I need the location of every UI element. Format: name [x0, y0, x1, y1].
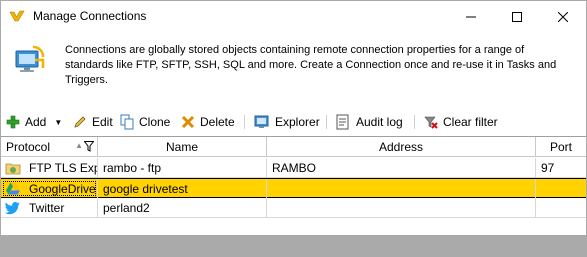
cell-port: [536, 179, 586, 198]
column-header-port[interactable]: Port: [536, 137, 586, 157]
minimize-button[interactable]: [448, 1, 494, 32]
cell-port: 97: [541, 160, 555, 175]
delete-button[interactable]: Delete: [181, 112, 235, 132]
clone-button[interactable]: Clone: [120, 112, 170, 132]
title-bar: Manage Connections: [1, 1, 586, 32]
audit-log-button[interactable]: Audit log: [335, 112, 403, 132]
chevron-down-icon[interactable]: ▼: [54, 118, 62, 127]
filter-icon[interactable]: [83, 141, 95, 155]
toolbar: Add ▼ Edit Clone Delete Explorer Audit l…: [1, 109, 586, 135]
table-header: Protocol ▲ Name Address Port: [1, 137, 586, 157]
edit-label: Edit: [92, 115, 113, 129]
cell-address: [267, 198, 536, 217]
table-row[interactable]: Twitter perland2: [1, 198, 586, 218]
bottom-panel: [1, 235, 586, 256]
cell-protocol: GoogleDrive: [1, 179, 98, 198]
edit-button[interactable]: Edit: [73, 112, 113, 132]
monitor-connection-icon: [13, 43, 47, 77]
column-header-name[interactable]: Name: [98, 137, 267, 157]
cell-name: rambo - ftp: [98, 158, 267, 177]
cell-protocol: FTP TLS Expl: [1, 158, 98, 177]
intro-text: Connections are globally stored objects …: [65, 44, 557, 86]
clone-label: Clone: [139, 115, 171, 129]
delete-label: Delete: [200, 115, 235, 129]
toolbar-separator: [414, 115, 415, 129]
clear-filter-label: Clear filter: [443, 115, 498, 129]
sort-arrow-icon: ▲: [75, 141, 83, 150]
table-row-selected[interactable]: GoogleDrive google drivetest: [1, 178, 586, 198]
maximize-button[interactable]: [494, 1, 540, 32]
toolbar-separator: [326, 115, 327, 129]
v-logo-icon: [9, 8, 25, 24]
connections-table: Protocol ▲ Name Address Port FTP TLS Exp…: [1, 136, 586, 235]
table-row[interactable]: FTP TLS Expl rambo - ftp RAMBO 97: [1, 158, 586, 178]
close-button[interactable]: [540, 1, 586, 32]
audit-log-icon: [336, 114, 349, 130]
audit-log-label: Audit log: [356, 115, 403, 129]
clear-filter-button[interactable]: Clear filter: [424, 112, 498, 132]
plus-icon: [6, 115, 20, 129]
minimize-icon: [466, 16, 476, 17]
cell-protocol: Twitter: [1, 198, 98, 217]
cell-port: [536, 198, 586, 217]
column-header-protocol[interactable]: Protocol ▲: [1, 137, 98, 157]
cell-name: google drivetest: [98, 179, 267, 198]
cell-address: [267, 179, 536, 198]
explorer-icon: [254, 115, 269, 128]
column-header-address-label: Address: [378, 140, 424, 154]
explorer-label: Explorer: [275, 115, 320, 129]
close-icon: [558, 11, 568, 22]
pencil-icon: [74, 116, 86, 128]
window-title: Manage Connections: [33, 9, 147, 23]
add-label: Add: [25, 115, 47, 129]
column-header-address[interactable]: Address: [267, 137, 536, 157]
delete-x-icon: [181, 115, 195, 129]
maximize-icon: [512, 11, 522, 22]
column-header-name-label: Name: [165, 140, 198, 154]
cell-address: RAMBO: [267, 158, 536, 177]
column-header-port-label: Port: [549, 140, 572, 154]
intro-panel: Connections are globally stored objects …: [1, 32, 586, 100]
copy-icon: [120, 114, 134, 130]
clear-filter-icon: [424, 116, 438, 129]
manage-connections-window: Manage Connections Connections are globa…: [0, 0, 587, 257]
column-header-protocol-label: Protocol: [6, 140, 51, 154]
explorer-button[interactable]: Explorer: [254, 112, 320, 132]
toolbar-separator: [244, 115, 245, 129]
add-button[interactable]: Add ▼: [6, 112, 62, 132]
cell-name: perland2: [98, 198, 267, 217]
